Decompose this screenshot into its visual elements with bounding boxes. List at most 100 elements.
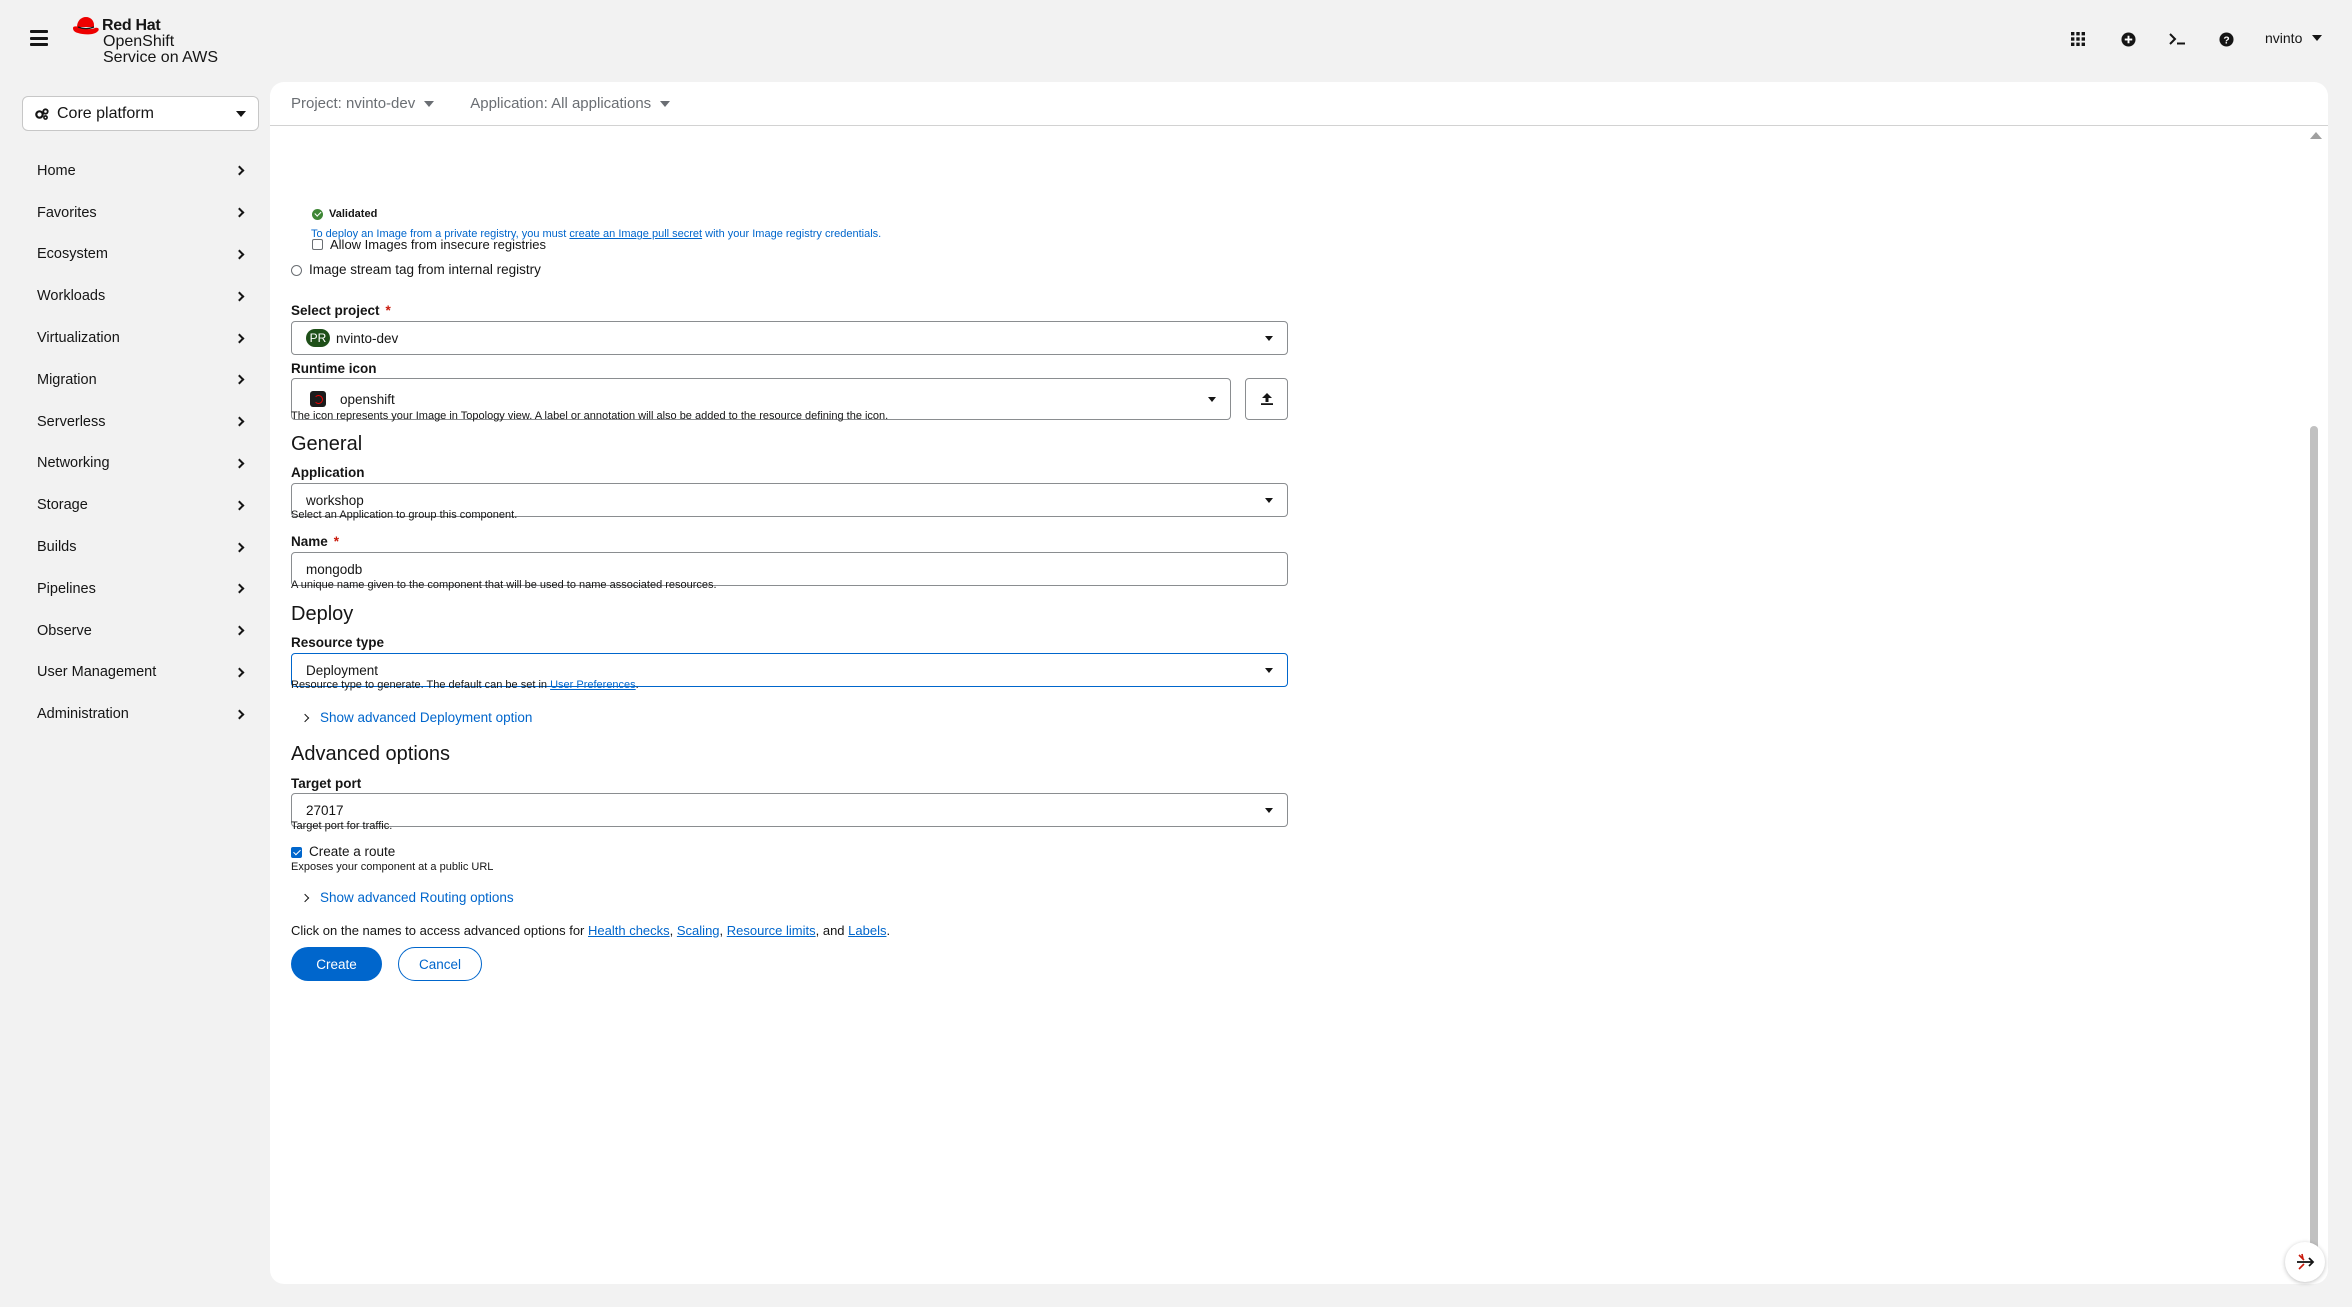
sidebar-item-label: Observe: [37, 622, 92, 639]
chevron-down-icon: [2312, 35, 2323, 41]
user-menu[interactable]: nvinto: [2265, 30, 2323, 46]
target-port-select[interactable]: 27017: [291, 793, 1288, 827]
application-selector[interactable]: Application: All applications: [470, 95, 671, 112]
footer-separator: , and: [815, 923, 849, 938]
chevron-right-icon: [300, 713, 310, 722]
sidebar-item-builds[interactable]: Builds: [22, 526, 259, 568]
deploy-heading: Deploy: [291, 603, 354, 625]
project-badge: PR: [306, 329, 330, 347]
name-label-text: Name: [291, 534, 328, 549]
chevron-down-icon: [236, 110, 246, 117]
select-project-label: Select project *: [291, 303, 391, 318]
imagestream-label: Image stream tag from internal registry: [309, 262, 541, 277]
validated-text: Validated: [329, 208, 378, 220]
scrollbar[interactable]: [2306, 126, 2322, 1284]
sidebar-item-label: Storage: [37, 497, 88, 514]
target-port-value: 27017: [306, 802, 344, 818]
openshift-icon: [310, 391, 326, 407]
application-select-value: workshop: [306, 492, 364, 508]
health-checks-link[interactable]: Health checks: [588, 923, 670, 938]
chevron-right-icon: [234, 542, 245, 553]
insecure-registries-checkbox[interactable]: [312, 239, 323, 250]
scroll-up-arrow-icon[interactable]: [2310, 132, 2322, 139]
advanced-routing-label: Show advanced Routing options: [320, 890, 514, 905]
redhat-logo-icon: [73, 17, 99, 35]
check-circle-icon: [312, 208, 323, 220]
validated-status: Validated: [312, 208, 377, 220]
sidebar-item-label: Home: [37, 162, 76, 179]
resource-help-suffix: .: [635, 679, 639, 691]
main-panel: Project: nvinto-dev Application: All app…: [270, 82, 2328, 1284]
chevron-right-icon: [300, 893, 310, 902]
runtime-icon-label: Runtime icon: [291, 361, 377, 376]
sidebar-item-networking[interactable]: Networking: [22, 443, 259, 485]
project-selector[interactable]: Project: nvinto-dev: [291, 95, 435, 112]
sidebar-item-serverless[interactable]: Serverless: [22, 401, 259, 443]
grid-icon[interactable]: [2067, 28, 2089, 50]
sidebar-item-ecosystem[interactable]: Ecosystem: [22, 234, 259, 276]
upload-icon-button[interactable]: [1245, 378, 1288, 420]
required-mark: *: [333, 534, 340, 549]
chevron-right-icon: [234, 625, 245, 636]
footer-separator: ,: [719, 923, 727, 938]
scrollbar-thumb[interactable]: [2310, 426, 2318, 1276]
plus-circle-icon[interactable]: [2117, 28, 2139, 50]
sidebar-item-label: Pipelines: [37, 580, 96, 597]
cancel-button[interactable]: Cancel: [398, 947, 482, 981]
quick-start-float-button[interactable]: [2285, 1242, 2325, 1282]
resource-type-value: Deployment: [306, 662, 379, 678]
sidebar-item-label: Virtualization: [37, 330, 120, 347]
advanced-routing-toggle[interactable]: Show advanced Routing options: [300, 890, 514, 905]
chevron-down-icon: [1265, 335, 1273, 341]
sidebar-item-migration[interactable]: Migration: [22, 359, 259, 401]
sidebar-item-user-management[interactable]: User Management: [22, 652, 259, 694]
sidebar-item-virtualization[interactable]: Virtualization: [22, 317, 259, 359]
imagestream-radio[interactable]: [291, 265, 302, 276]
sidebar-item-label: Networking: [37, 455, 110, 472]
chevron-right-icon: [234, 249, 245, 260]
insecure-registries-label: Allow Images from insecure registries: [330, 237, 547, 252]
context-bar: Project: nvinto-dev Application: All app…: [270, 82, 2328, 126]
general-heading: General: [291, 433, 363, 455]
resource-type-label: Resource type: [291, 635, 385, 650]
sidebar-nav: Home Favorites Ecosystem Workloads Virtu…: [22, 150, 259, 735]
sidebar-item-pipelines[interactable]: Pipelines: [22, 568, 259, 610]
name-help: A unique name given to the component tha…: [291, 579, 717, 591]
help-icon[interactable]: ?: [2215, 28, 2237, 50]
application-help: Select an Application to group this comp…: [291, 509, 518, 521]
sidebar-item-administration[interactable]: Administration: [22, 693, 259, 735]
hamburger-menu-icon[interactable]: [30, 30, 48, 46]
user-name: nvinto: [2265, 30, 2303, 46]
application-label: Application: [291, 465, 365, 480]
resource-limits-link[interactable]: Resource limits: [727, 923, 816, 938]
sidebar-item-label: Ecosystem: [37, 246, 108, 263]
advanced-deployment-toggle[interactable]: Show advanced Deployment option: [300, 710, 532, 725]
sidebar-item-home[interactable]: Home: [22, 150, 259, 192]
labels-link[interactable]: Labels: [848, 923, 886, 938]
brand-product-text: OpenShift: [103, 33, 175, 50]
sidebar-item-favorites[interactable]: Favorites: [22, 192, 259, 234]
sidebar-item-label: Favorites: [37, 204, 97, 221]
create-route-checkbox[interactable]: [291, 847, 302, 858]
cogs-icon: [35, 107, 49, 120]
sidebar-item-storage[interactable]: Storage: [22, 484, 259, 526]
target-port-help: Target port for traffic.: [291, 820, 393, 832]
create-button[interactable]: Create: [291, 947, 382, 981]
user-preferences-link[interactable]: User Preferences: [550, 679, 636, 691]
perspective-switcher[interactable]: Core platform: [22, 96, 259, 131]
sidebar-item-label: User Management: [37, 664, 157, 681]
project-select[interactable]: PR nvinto-dev: [291, 321, 1288, 355]
target-port-label: Target port: [291, 776, 362, 791]
svg-text:?: ?: [2223, 35, 2229, 46]
create-route-help: Exposes your component at a public URL: [291, 861, 494, 873]
sidebar-item-observe[interactable]: Observe: [22, 610, 259, 652]
create-pull-secret-link[interactable]: create an Image pull secret: [569, 228, 702, 240]
sidebar-item-workloads[interactable]: Workloads: [22, 275, 259, 317]
terminal-icon[interactable]: [2166, 28, 2188, 50]
resource-help-prefix: Resource type to generate. The default c…: [291, 679, 551, 691]
chevron-down-icon: [1265, 497, 1273, 503]
chevron-right-icon: [234, 709, 245, 720]
scaling-link[interactable]: Scaling: [677, 923, 720, 938]
chevron-right-icon: [234, 207, 245, 218]
sidebar-item-label: Builds: [37, 539, 77, 556]
